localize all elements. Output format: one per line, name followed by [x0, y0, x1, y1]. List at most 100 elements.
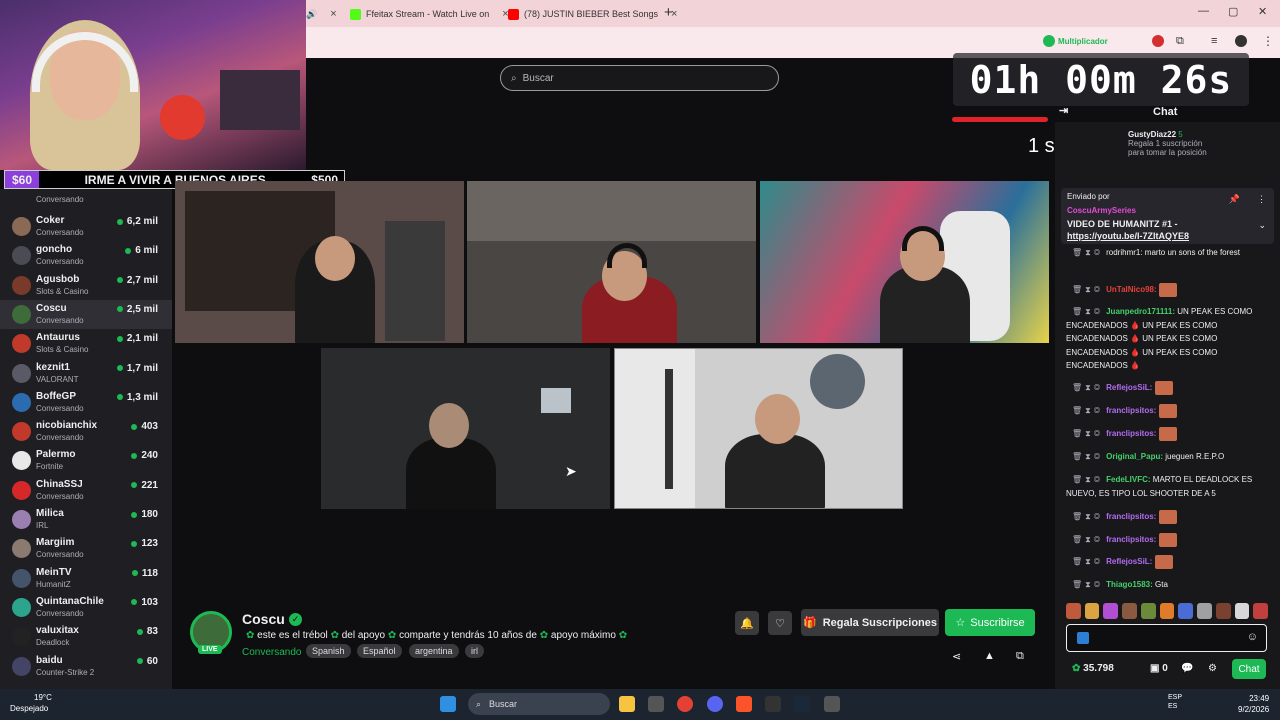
profile-avatar[interactable]	[1235, 35, 1247, 47]
notification-bell-button[interactable]: 🔔	[735, 611, 759, 635]
video-feed-5[interactable]	[614, 348, 903, 509]
sidebar-item-margiim[interactable]: Margiim Conversando 123	[0, 534, 172, 563]
menu-icon[interactable]: ⋮	[1262, 34, 1274, 48]
chat-username[interactable]: Thiago1583:	[1106, 580, 1153, 589]
puzzle-icon[interactable]: ⧉	[1176, 35, 1184, 48]
sidebar-item-milica[interactable]: Milica IRL 180	[0, 505, 172, 534]
video-feed-4[interactable]: ➤	[321, 348, 610, 509]
tab-audio-controls[interactable]: 🔊 ×	[306, 4, 337, 24]
sidebar-item-goncho[interactable]: goncho Conversando 6 mil	[0, 241, 172, 270]
pin-icon[interactable]: 📌	[1229, 194, 1240, 205]
video-feed-3[interactable]	[760, 181, 1049, 343]
sidebar-item-coscu[interactable]: Coscu Conversando 2,5 mil	[0, 299, 172, 329]
moderation-icons[interactable]: 🗑⧗◎	[1072, 285, 1103, 294]
moderation-icons[interactable]: 🗑⧗◎	[1072, 406, 1103, 415]
sidebar-item-quintanachile[interactable]: QuintanaChile Conversando 103	[0, 593, 172, 622]
moderation-icons[interactable]: 🗑⧗◎	[1072, 248, 1103, 257]
sidebar-item-palermo[interactable]: Palermo Fortnite 240	[0, 446, 172, 475]
sidebar-item-coker[interactable]: Coker Conversando 6,2 mil	[0, 212, 172, 241]
new-tab-button[interactable]: +	[664, 4, 673, 21]
search-bar[interactable]: ⌕ Buscar	[500, 65, 779, 91]
subscribe-button[interactable]: ☆ Suscribirse	[945, 609, 1035, 636]
close-icon[interactable]: ×	[330, 8, 336, 20]
streamer-name[interactable]: Coscu	[242, 611, 285, 627]
tab-youtube[interactable]: (78) JUSTIN BIEBER Best Songs ×	[508, 4, 677, 24]
tab-kick-stream[interactable]: Ffeitax Stream - Watch Live on ×	[350, 4, 509, 24]
sidebar-item-chinassj[interactable]: ChinaSSJ Conversando 221	[0, 476, 172, 505]
tag-argentina[interactable]: argentina	[409, 644, 459, 658]
moderation-icons[interactable]: 🗑⧗◎	[1072, 307, 1103, 316]
stream-category[interactable]: Conversando	[242, 647, 301, 658]
report-icon[interactable]: ▲	[984, 650, 995, 662]
send-chat-button[interactable]: Chat	[1232, 659, 1266, 679]
emote-icon[interactable]	[1066, 603, 1081, 619]
chat-username[interactable]: franclipsitos:	[1106, 429, 1156, 438]
sidebar-item-meintv[interactable]: MeinTV HumanitZ 118	[0, 564, 172, 593]
chat-username[interactable]: UnTalNico98:	[1106, 285, 1157, 294]
language-indicator[interactable]: ESP ES	[1168, 693, 1182, 711]
moderation-icons[interactable]: 🗑⧗◎	[1072, 475, 1103, 484]
emote-icon[interactable]	[1140, 603, 1156, 619]
collapse-chat-icon[interactable]: ⇥	[1059, 104, 1068, 117]
emote-icon[interactable]	[1159, 603, 1175, 619]
sidebar-item-keznit1[interactable]: keznit1 VALORANT 1,7 mil	[0, 359, 172, 388]
extension-red-icon[interactable]	[1152, 35, 1164, 47]
chat-settings-icon[interactable]: ⚙	[1208, 663, 1217, 674]
tag-espanol[interactable]: Español	[357, 644, 402, 658]
sidebar-item-antaurus[interactable]: Antaurus Slots & Casino 2,1 mil	[0, 329, 172, 358]
emote-icon[interactable]	[1197, 603, 1212, 619]
tag-irl[interactable]: irl	[465, 644, 484, 658]
windows-start-icon[interactable]	[440, 696, 456, 712]
file-explorer-icon[interactable]	[619, 696, 635, 712]
emoji-icon[interactable]: ☺	[1247, 631, 1258, 643]
theater-icon[interactable]: ⧉	[1016, 650, 1024, 663]
tag-spanish[interactable]: Spanish	[306, 644, 351, 658]
taskbar-clock[interactable]: 23:49 9/2/2026	[1238, 693, 1269, 715]
follow-heart-button[interactable]: ♡	[768, 611, 792, 635]
speaker-icon[interactable]: 🔊	[306, 9, 317, 20]
chat-users-icon[interactable]: 💬	[1181, 663, 1193, 674]
chat-username[interactable]: ReflejosSiL:	[1106, 383, 1152, 392]
maximize-icon[interactable]: ▢	[1228, 5, 1238, 18]
moderation-icons[interactable]: 🗑⧗◎	[1072, 535, 1103, 544]
video-feed-2[interactable]	[467, 181, 756, 343]
pinned-link[interactable]: https://youtu.be/I-7ZItAQYE8	[1067, 231, 1189, 241]
chat-username[interactable]: franclipsitos:	[1106, 535, 1156, 544]
channel-points[interactable]: ✿ 35.798	[1072, 663, 1114, 674]
pinned-message[interactable]: Enviado por CoscuArmySeries VIDEO DE HUM…	[1061, 188, 1274, 244]
weather-widget[interactable]: 19°C Despejado	[10, 692, 52, 714]
chrome-icon[interactable]	[677, 696, 693, 712]
badge-icon[interactable]	[1077, 632, 1089, 644]
close-window-icon[interactable]: ✕	[1258, 5, 1267, 18]
discord-icon[interactable]	[707, 696, 723, 712]
sidebar-item-nicobianchix[interactable]: nicobianchix Conversando 403	[0, 417, 172, 446]
chat-username[interactable]: Juanpedro171111:	[1106, 307, 1175, 316]
sidebar-item-boffegp[interactable]: BoffeGP Conversando 1,3 mil	[0, 388, 172, 417]
chat-username[interactable]: franclipsitos:	[1106, 512, 1156, 521]
chat-username[interactable]: FedeLIVFC:	[1106, 475, 1150, 484]
app-icon[interactable]	[824, 696, 840, 712]
video-feed-1[interactable]	[175, 181, 464, 343]
sidebar-item-agusbob[interactable]: Agusbob Slots & Casino 2,7 mil	[0, 271, 172, 300]
moderation-icons[interactable]: 🗑⧗◎	[1072, 452, 1103, 461]
emote-icon[interactable]	[1084, 603, 1100, 619]
extension-icon[interactable]	[1043, 35, 1055, 47]
expand-icon[interactable]: ⌄	[1258, 220, 1266, 231]
moderation-icons[interactable]: 🗑⧗◎	[1072, 429, 1103, 438]
chat-input[interactable]: ☺	[1066, 624, 1267, 652]
pinned-user[interactable]: CoscuArmySeries	[1067, 206, 1136, 215]
emote-icon[interactable]	[1103, 603, 1119, 619]
sidebar-item-baidu[interactable]: baidu Counter-Strike 2 60	[0, 652, 172, 681]
emote-icon[interactable]	[1178, 603, 1194, 619]
chat-username[interactable]: franclipsitos:	[1106, 406, 1156, 415]
share-icon[interactable]: ⋖	[952, 650, 961, 663]
moderation-icons[interactable]: 🗑⧗◎	[1072, 512, 1103, 521]
sidebar-item-valuxitax[interactable]: valuxitax Deadlock 83	[0, 622, 172, 651]
chat-username[interactable]: ReflejosSiL:	[1106, 557, 1152, 566]
emote-icon[interactable]	[1253, 603, 1269, 619]
zero-counter[interactable]: ▣ 0	[1150, 663, 1168, 674]
emote-icon[interactable]	[1122, 603, 1137, 619]
taskbar-search[interactable]: ⌕ Buscar	[468, 693, 610, 715]
gift-subs-button[interactable]: 🎁 Regala Suscripciones	[801, 609, 939, 636]
chatgpt-icon[interactable]	[648, 696, 664, 712]
